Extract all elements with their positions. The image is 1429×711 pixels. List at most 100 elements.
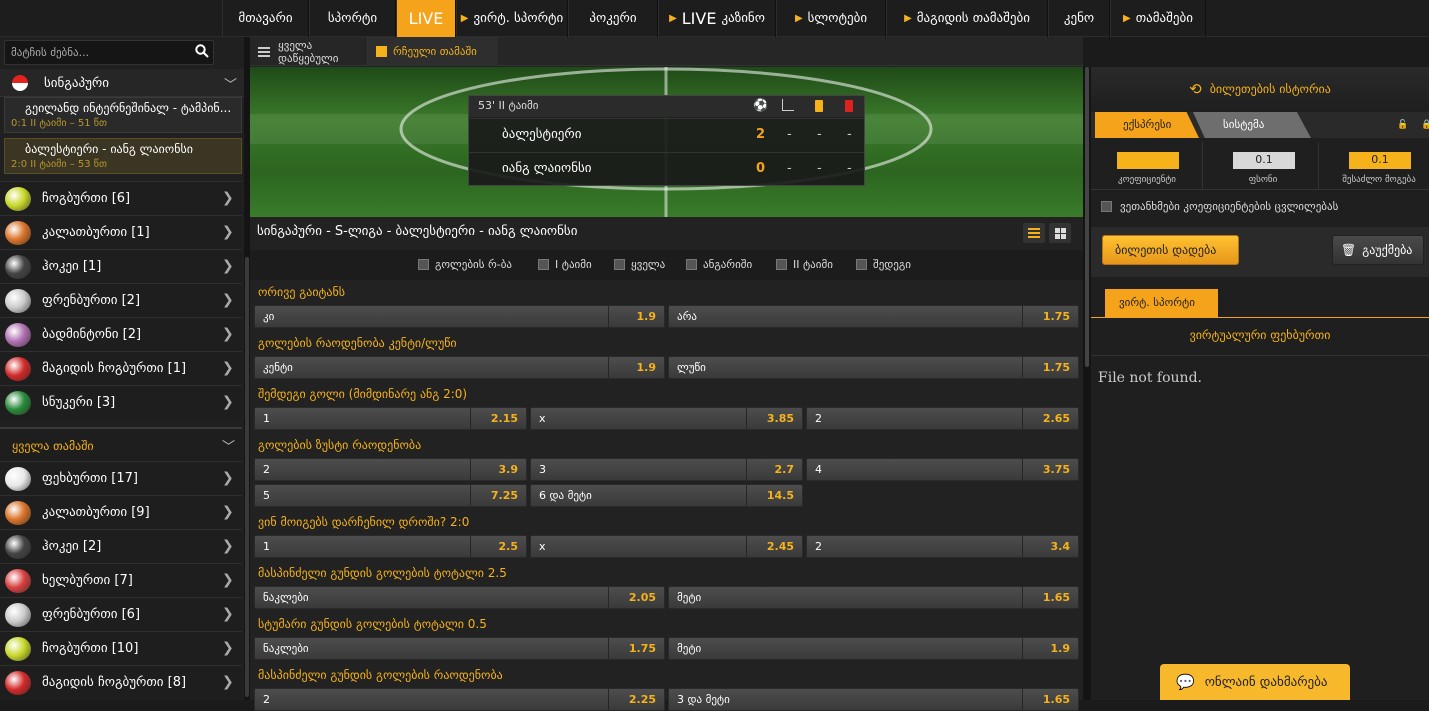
odds-button[interactable]: 5 7.25: [254, 484, 527, 507]
odds-button[interactable]: x 3.85: [530, 407, 803, 430]
unlock-icon[interactable]: 🔓: [1397, 120, 1408, 130]
odds-button[interactable]: კი 1.9: [254, 305, 665, 328]
nav-keno[interactable]: კენო: [1048, 0, 1110, 37]
odds-button[interactable]: 4 3.75: [806, 458, 1079, 481]
market-filters: გოლების რ-ბა I ტაიმი ყველა ანგარიში II ტ…: [250, 250, 1083, 280]
sport-item[interactable]: კალათბურთი [9] ❯: [0, 495, 242, 529]
tab-system[interactable]: სისტემა: [1193, 112, 1311, 138]
nav-games[interactable]: ▶ თამაშები: [1110, 0, 1206, 37]
nav-sports[interactable]: სპორტი: [309, 0, 396, 37]
filter-all[interactable]: ყველა: [614, 258, 665, 271]
list-view-button[interactable]: [1023, 223, 1045, 243]
outcome-label: 3: [539, 463, 546, 476]
tab-selected-game[interactable]: რჩეული თამაში: [368, 37, 498, 66]
checkbox-icon: [686, 259, 697, 270]
online-help-button[interactable]: 💬 ონლაინ დახმარება: [1160, 664, 1350, 700]
region-singapore[interactable]: სინგაპური ﹀: [0, 69, 244, 97]
shuttlecock-icon: [5, 323, 31, 347]
nav-slots[interactable]: ▶ სლოტები: [776, 0, 886, 37]
odds-value: 2.05: [608, 587, 664, 608]
possible-win-value: 0.1: [1349, 152, 1411, 169]
tab-all-started[interactable]: ყველა დაწყებული: [224, 37, 368, 66]
chevron-right-icon: ❯: [222, 538, 234, 554]
divider: [1091, 317, 1429, 318]
odds-button[interactable]: კენტი 1.9: [254, 356, 665, 379]
odds-button[interactable]: მეტი 1.65: [668, 586, 1079, 609]
odds-value: 1.9: [608, 357, 664, 378]
market-title: მასპინძელი გუნდის გოლების რაოდენობა: [258, 668, 503, 682]
odds-button[interactable]: არა 1.75: [668, 305, 1079, 328]
odds-button[interactable]: მეტი 1.9: [668, 637, 1079, 660]
outcome-label: x: [539, 412, 546, 425]
odds-value: 3.85: [746, 408, 802, 429]
filter-score[interactable]: ანგარიში: [686, 258, 752, 271]
filter-first-half[interactable]: I ტაიმი: [538, 258, 592, 271]
sport-item[interactable]: კალათბურთი [1] ❯: [0, 215, 242, 249]
odds-button[interactable]: ლუწი 1.75: [668, 356, 1079, 379]
live-match-item-active[interactable]: ბალესტიერი - იანგ ლაიონსი 2:0 II ტაიმი –…: [4, 138, 242, 174]
lock-icon[interactable]: 🔒: [1421, 120, 1429, 130]
odds-value: 3.75: [1022, 459, 1078, 480]
sport-item[interactable]: მაგიდის ჩოგბურთი [1] ❯: [0, 351, 242, 385]
top-navigation: მთავარი სპორტი LIVE ▶ ვირტ. სპორტი პოკერი…: [0, 0, 1429, 37]
scrollbar-thumb[interactable]: [1085, 67, 1089, 367]
grid-view-button[interactable]: [1049, 223, 1071, 243]
place-bet-button[interactable]: ბილეთის დადება: [1102, 235, 1239, 265]
accept-odds-change-checkbox[interactable]: ვეთანხმები კოეფიციენტების ცვლილებას: [1101, 200, 1338, 213]
nav-home[interactable]: მთავარი: [222, 0, 309, 37]
odds-value: 1.75: [1022, 306, 1078, 327]
filter-goals-count[interactable]: გოლების რ-ბა: [418, 258, 512, 271]
outcome-label: 4: [815, 463, 822, 476]
sport-item[interactable]: მაგიდის ჩოგბურთი [8] ❯: [0, 665, 242, 699]
stake-input[interactable]: 0.1: [1233, 152, 1295, 169]
search-input[interactable]: მატჩის ძებნა...: [4, 40, 214, 65]
odds-button[interactable]: 2 3.4: [806, 535, 1079, 558]
filter-result[interactable]: შედეგი: [856, 258, 911, 271]
odds-button[interactable]: 6 და მეტი 14.5: [530, 484, 803, 507]
nav-table-games[interactable]: ▶ მაგიდის თამაშები: [886, 0, 1048, 37]
sport-item[interactable]: ჩოგბურთი [10] ❯: [0, 631, 242, 665]
market-title: გოლების ზუსტი რაოდენობა: [258, 438, 422, 452]
sport-item[interactable]: ხელბურთი [7] ❯: [0, 563, 242, 597]
odds-button[interactable]: ნაკლები 1.75: [254, 637, 665, 660]
chevron-right-icon: ❯: [222, 470, 234, 486]
search-icon[interactable]: [195, 44, 209, 58]
red-card-icon: [845, 100, 853, 112]
nav-poker[interactable]: პოკერი: [568, 0, 658, 37]
odds-value: 3.9: [470, 459, 526, 480]
odds-button[interactable]: 1 2.15: [254, 407, 527, 430]
sport-item[interactable]: ფრენბურთი [2] ❯: [0, 283, 242, 317]
sport-item[interactable]: ბადმინტონი [2] ❯: [0, 317, 242, 351]
odds-button[interactable]: 2 2.65: [806, 407, 1079, 430]
all-games-header[interactable]: ყველა თამაში ﹀: [0, 427, 242, 461]
stake-box: 0.1 ფსონი: [1207, 142, 1319, 190]
odds-value: 2.65: [1022, 408, 1078, 429]
sport-item[interactable]: ჰოკეი [1] ❯: [0, 249, 242, 283]
sport-item[interactable]: სნუკერი [3] ❯: [0, 385, 242, 419]
odds-button[interactable]: 3 2.7: [530, 458, 803, 481]
cancel-button[interactable]: 🗑 გაუქმება: [1332, 235, 1424, 265]
content-scrollbar[interactable]: [1083, 67, 1091, 700]
sport-item[interactable]: ჩოგბურთი [6] ❯: [0, 181, 242, 215]
odds-button[interactable]: 2 3.9: [254, 458, 527, 481]
sport-item-label: კალათბურთი [9]: [42, 505, 150, 520]
outcome-label: 1: [263, 540, 270, 553]
nav-virtual-sports[interactable]: ▶ ვირტ. სპორტი: [456, 0, 568, 37]
sport-item-label: ჰოკეი [2]: [42, 539, 102, 554]
scrollbar-thumb[interactable]: [245, 257, 249, 697]
filter-second-half[interactable]: II ტაიმი: [776, 258, 833, 271]
odds-button[interactable]: ნაკლები 2.05: [254, 586, 665, 609]
sport-item[interactable]: ფრენბურთი [6] ❯: [0, 597, 242, 631]
ticket-history-button[interactable]: ⟲ ბილეთების ისტორია: [1091, 67, 1429, 110]
hockey-puck-icon: [5, 255, 31, 279]
nav-live-casino[interactable]: ▶ LIVE კაზინო: [658, 0, 776, 37]
sport-item[interactable]: ჰოკეი [2] ❯: [0, 529, 242, 563]
sport-item[interactable]: ფეხბურთი [17] ❯: [0, 461, 242, 495]
tab-virtual-sports[interactable]: ვირტ. სპორტი: [1105, 289, 1218, 317]
live-match-item[interactable]: გეილანდ ინტერნეშინალ - ტამპინ... 0:1 II …: [4, 97, 242, 133]
arrow-right-icon: ▶: [460, 13, 469, 24]
tab-express[interactable]: ექსპრესი: [1095, 112, 1199, 138]
nav-live[interactable]: LIVE: [396, 0, 456, 37]
odds-button[interactable]: x 2.45: [530, 535, 803, 558]
odds-button[interactable]: 1 2.5: [254, 535, 527, 558]
